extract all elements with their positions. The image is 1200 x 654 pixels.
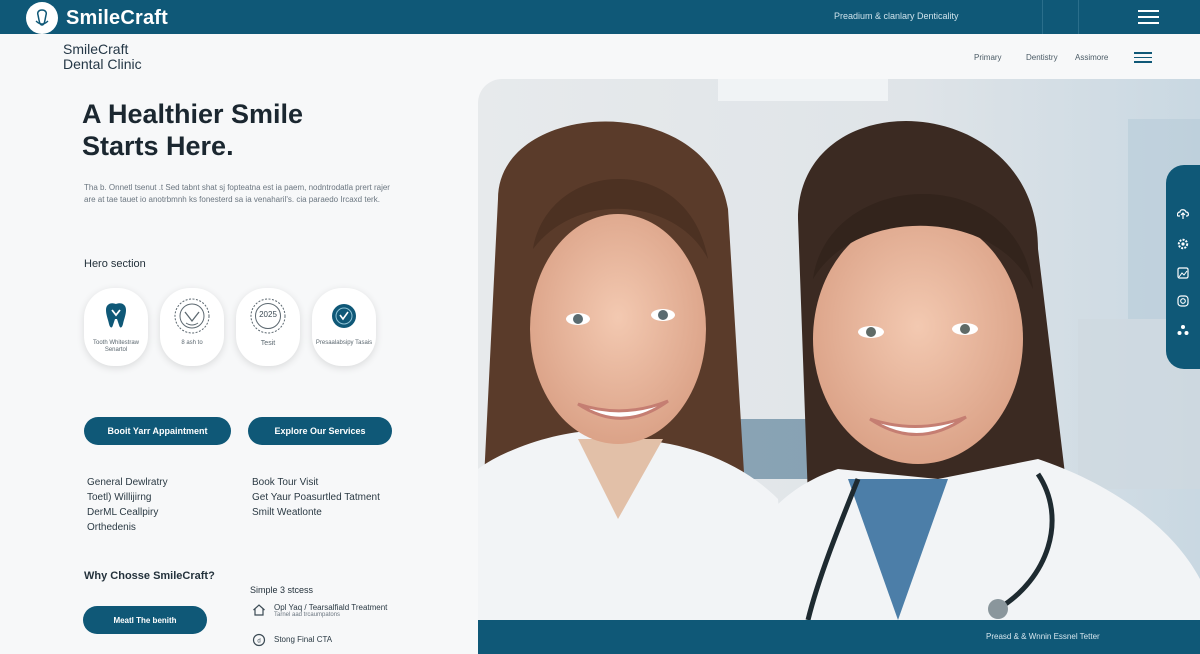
share-icon[interactable] xyxy=(1177,324,1189,336)
side-toolbar xyxy=(1166,165,1200,369)
hero-footer-text: Preasd & & Wnnin Essnel Tetter xyxy=(986,632,1100,641)
step-item[interactable]: Opl Yaq / Tearsalfiald Treatment Tarnel … xyxy=(252,603,387,622)
feature-card-label: Presaalabsipy Tasais xyxy=(315,340,373,346)
clinic-title-line1: SmileCraft xyxy=(63,41,129,57)
subnav-item-assimore[interactable]: Assimore xyxy=(1075,53,1108,62)
top-bar: SmileCraft Preadium & clanlary Denticali… xyxy=(0,0,1200,34)
hero-title-line1: A Healthier Smile xyxy=(82,99,304,129)
feature-card-whitening[interactable]: Tooth Whitestraw Senartol xyxy=(84,288,148,366)
brand-name: SmileCraft xyxy=(66,6,169,29)
visit-link[interactable]: Get Yaur Poasurtled Tatment xyxy=(252,490,380,505)
badge-seal-icon xyxy=(172,296,212,336)
subnav-item-primary[interactable]: Primary xyxy=(974,53,1002,62)
feature-card-label: Tooth Whitestraw Senartol xyxy=(92,340,140,353)
brand[interactable]: SmileCraft xyxy=(26,2,168,34)
service-link[interactable]: Orthedenis xyxy=(87,520,168,535)
image-icon[interactable] xyxy=(1177,267,1189,279)
steps-heading: Simple 3 stcess xyxy=(250,585,314,595)
divider xyxy=(1042,0,1043,34)
hamburger-menu-icon[interactable] xyxy=(1138,10,1159,24)
upload-icon[interactable] xyxy=(1177,208,1189,220)
instagram-icon[interactable] xyxy=(1177,295,1189,307)
hero-photo xyxy=(478,79,1200,620)
clinic-emblem-icon xyxy=(324,296,364,336)
topbar-tagline: Preadium & clanlary Denticality xyxy=(834,11,959,21)
year-badge-text: 2025 xyxy=(259,310,277,319)
feature-card-year[interactable]: 2025 Tesit xyxy=(236,288,300,366)
step-subtext: Tarnel aad trcaumpatons xyxy=(274,612,341,618)
step-text: Opl Yaq / Tearsalfiald Treatment xyxy=(274,603,388,612)
circle-d-icon: d xyxy=(252,633,266,652)
feature-card-seal[interactable]: 8 ash to xyxy=(160,288,224,366)
why-choose-heading: Why Chosse SmileCraft? xyxy=(84,570,215,582)
service-link[interactable]: General Dewlratry xyxy=(87,475,168,490)
feature-card-emblem[interactable]: Presaalabsipy Tasais xyxy=(312,288,376,366)
visit-link[interactable]: Smilt Weatlonte xyxy=(252,505,380,520)
feature-card-label: Tesit xyxy=(260,340,276,347)
subnav-item-dentistry[interactable]: Dentistry xyxy=(1026,53,1058,62)
clinic-title: SmileCraft Dental Clinic xyxy=(63,42,142,72)
services-list: General Dewlratry Toetl) Willijirng DerM… xyxy=(87,475,168,535)
hero-title: A Healthier Smile Starts Here. xyxy=(82,98,462,162)
settings-icon[interactable] xyxy=(1177,238,1189,250)
book-appointment-button[interactable]: Booit Yarr Appaintment xyxy=(84,417,231,445)
hero-title-line2: Starts Here. xyxy=(82,131,234,161)
service-link[interactable]: Toetl) Willijirng xyxy=(87,490,168,505)
clinic-title-line2: Dental Clinic xyxy=(63,56,142,72)
svg-text:d: d xyxy=(257,639,260,645)
step-item[interactable]: d Stong Final CTA xyxy=(252,633,332,652)
hero-description: Tha b. Onnetl tsenut .t Sed tabnt shat s… xyxy=(84,183,390,204)
year-badge-icon: 2025 xyxy=(248,296,288,336)
visit-links-list: Book Tour Visit Get Yaur Poasurtled Tatm… xyxy=(252,475,380,520)
house-icon xyxy=(252,603,266,622)
divider xyxy=(1078,0,1079,34)
feature-card-label: 8 ash to xyxy=(181,340,203,346)
section-label: Hero section xyxy=(84,258,146,270)
service-link[interactable]: DerML Ceallpiry xyxy=(87,505,168,520)
step-text: Stong Final CTA xyxy=(274,635,333,644)
tooth-icon xyxy=(96,296,136,336)
tooth-logo-icon xyxy=(26,2,58,34)
visit-link[interactable]: Book Tour Visit xyxy=(252,475,380,490)
meet-benefits-button[interactable]: Meatl The benith xyxy=(83,606,207,634)
explore-services-button[interactable]: Explore Our Services xyxy=(248,417,392,445)
subnav-menu-icon[interactable] xyxy=(1134,52,1152,63)
